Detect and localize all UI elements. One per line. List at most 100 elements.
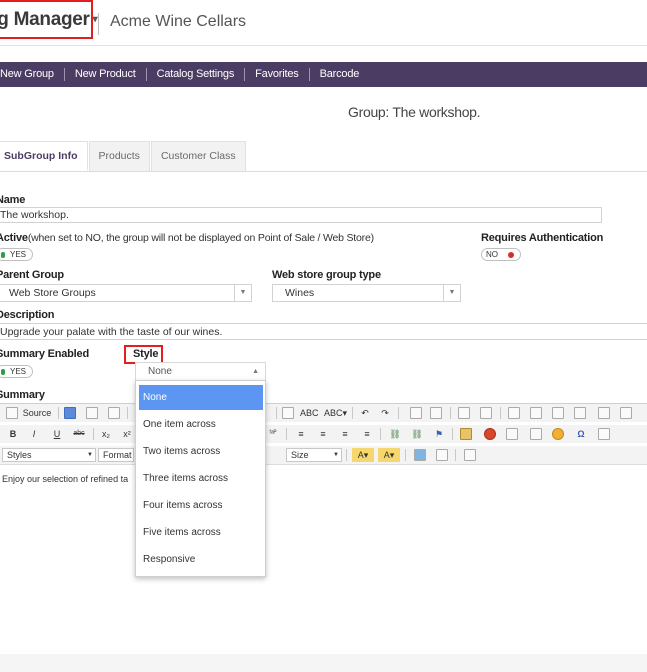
active-toggle-label: YES [9,250,26,259]
spellcheck-icon[interactable]: ABC [300,406,319,420]
form-icon[interactable] [508,407,520,419]
nav-catalog-settings[interactable]: Catalog Settings [147,68,246,81]
toolbar-separator [276,407,277,419]
chevron-down-icon[interactable]: ▾ [93,14,98,25]
unlink-icon[interactable]: ⛓ [410,427,424,441]
undo-icon[interactable]: ↶ [358,406,372,420]
nav-barcode[interactable]: Barcode [310,68,370,81]
style-option-one[interactable]: One item across [139,412,263,437]
format-combo[interactable]: Format [98,448,134,462]
nav-favorites[interactable]: Favorites [245,68,310,81]
flash-icon[interactable] [484,428,496,440]
remove-format-icon[interactable] [480,407,492,419]
editor-toolbar-row-1: Source ABC ABC▾ ↶ ↷ [0,404,647,422]
tab-customer-class[interactable]: Customer Class [150,141,246,171]
radio-icon[interactable] [552,407,564,419]
style-option-four[interactable]: Four items across [139,493,263,518]
requires-auth-label: Requires Authentication [481,232,604,244]
select-all-icon[interactable] [458,407,470,419]
tab-products[interactable]: Products [88,141,150,171]
align-left-icon[interactable]: ≡ [294,427,308,441]
style-option-two[interactable]: Two items across [139,439,263,464]
table-icon[interactable] [506,428,518,440]
summary-enabled-label: Summary Enabled [0,348,89,360]
subscript-icon[interactable]: x₂ [99,427,113,441]
text-color-icon[interactable]: A▾ [352,448,374,462]
style-select[interactable]: None ▲ [135,362,266,380]
anchor-icon[interactable]: ⚑ [432,427,446,441]
editor-content[interactable]: Enjoy our selection of refined ta [2,474,128,484]
page-break-icon[interactable] [598,428,610,440]
toolbar-separator [346,449,347,461]
toolbar-separator [398,407,399,419]
preview-icon[interactable] [108,407,120,419]
style-option-five[interactable]: Five items across [139,520,263,545]
horizontal-rule-icon[interactable] [530,428,542,440]
maximize-icon[interactable] [414,449,426,461]
nav-new-group[interactable]: New Group [0,68,65,81]
parent-group-select[interactable]: Web Store Groups ▼ [0,284,252,302]
size-combo[interactable]: Size ▼ [286,448,342,462]
special-char-icon[interactable]: Ω [574,427,588,441]
replace-icon[interactable] [430,407,442,419]
editor-toolbar-row-2: B I U abc x₂ x² ᶠᵃᴾ ≡ ≡ ≡ ≡ ⛓ ⛓ ⚑ Ω [0,425,647,443]
description-field[interactable]: Upgrade your palate with the taste of ou… [0,323,647,340]
background-color-icon[interactable]: A▾ [378,448,400,462]
requires-auth-toggle[interactable]: NO [481,248,521,261]
styles-combo[interactable]: Styles ▼ [2,448,96,462]
source-icon[interactable] [6,407,18,419]
tab-bar: SubGroup Info Products Customer Class [0,141,247,171]
help-icon[interactable] [464,449,476,461]
active-note: (when set to NO, the group will not be d… [27,232,374,244]
align-justify-icon[interactable]: ≡ [360,427,374,441]
find-icon[interactable] [410,407,422,419]
company-name: Acme Wine Cellars [110,13,247,30]
tab-underline [0,171,647,172]
toolbar-separator [58,407,59,419]
redo-icon[interactable]: ↷ [378,406,392,420]
italic-icon[interactable]: I [27,427,41,441]
chevron-up-icon: ▲ [252,368,259,375]
source-button[interactable]: Source [20,406,54,420]
text-direction-icon[interactable]: ᶠᵃᴾ [266,427,280,441]
style-options-list: None One item across Two items across Th… [135,380,266,577]
text-field-icon[interactable] [574,407,586,419]
summary-label: Summary [0,389,45,401]
align-center-icon[interactable]: ≡ [316,427,330,441]
style-select-value: None [148,366,172,377]
tab-subgroup-info[interactable]: SubGroup Info [0,141,88,171]
print-icon[interactable] [282,407,294,419]
chevron-down-icon: ▼ [87,452,93,458]
editor-toolbar-row-3: Styles ▼ Format Size ▼ A▾ A▾ [0,446,647,465]
web-store-type-value: Wines [285,287,315,299]
bold-icon[interactable]: B [6,427,20,441]
nav-new-product[interactable]: New Product [65,68,147,81]
checkbox-icon[interactable] [530,407,542,419]
chevron-down-icon: ▼ [333,452,339,458]
align-right-icon[interactable]: ≡ [338,427,352,441]
name-field[interactable]: The workshop. [0,207,602,223]
select-field-icon[interactable] [620,407,632,419]
summary-enabled-toggle[interactable]: YES [0,365,33,378]
style-option-none[interactable]: None [139,385,263,410]
save-icon[interactable] [64,407,76,419]
summary-enabled-toggle-label: YES [9,367,26,376]
active-toggle[interactable]: YES [0,248,33,261]
strikethrough-icon[interactable]: abc [72,427,86,441]
image-icon[interactable] [460,428,472,440]
show-blocks-icon[interactable] [436,449,448,461]
link-icon[interactable]: ⛓ [388,427,402,441]
toolbar-separator [286,428,287,440]
style-option-responsive[interactable]: Responsive [139,547,263,572]
underline-icon[interactable]: U [50,427,64,441]
textarea-icon[interactable] [598,407,610,419]
active-label: Active(when set to NO, the group will no… [0,232,374,244]
parent-group-label: Parent Group [0,269,64,281]
web-store-type-label: Web store group type [272,269,381,281]
new-page-icon[interactable] [86,407,98,419]
superscript-icon[interactable]: x² [120,427,134,441]
web-store-type-select[interactable]: Wines ▼ [272,284,461,302]
style-option-three[interactable]: Three items across [139,466,263,491]
smiley-icon[interactable] [552,428,564,440]
spellcheck-as-you-type-icon[interactable]: ABC▾ [324,406,347,420]
